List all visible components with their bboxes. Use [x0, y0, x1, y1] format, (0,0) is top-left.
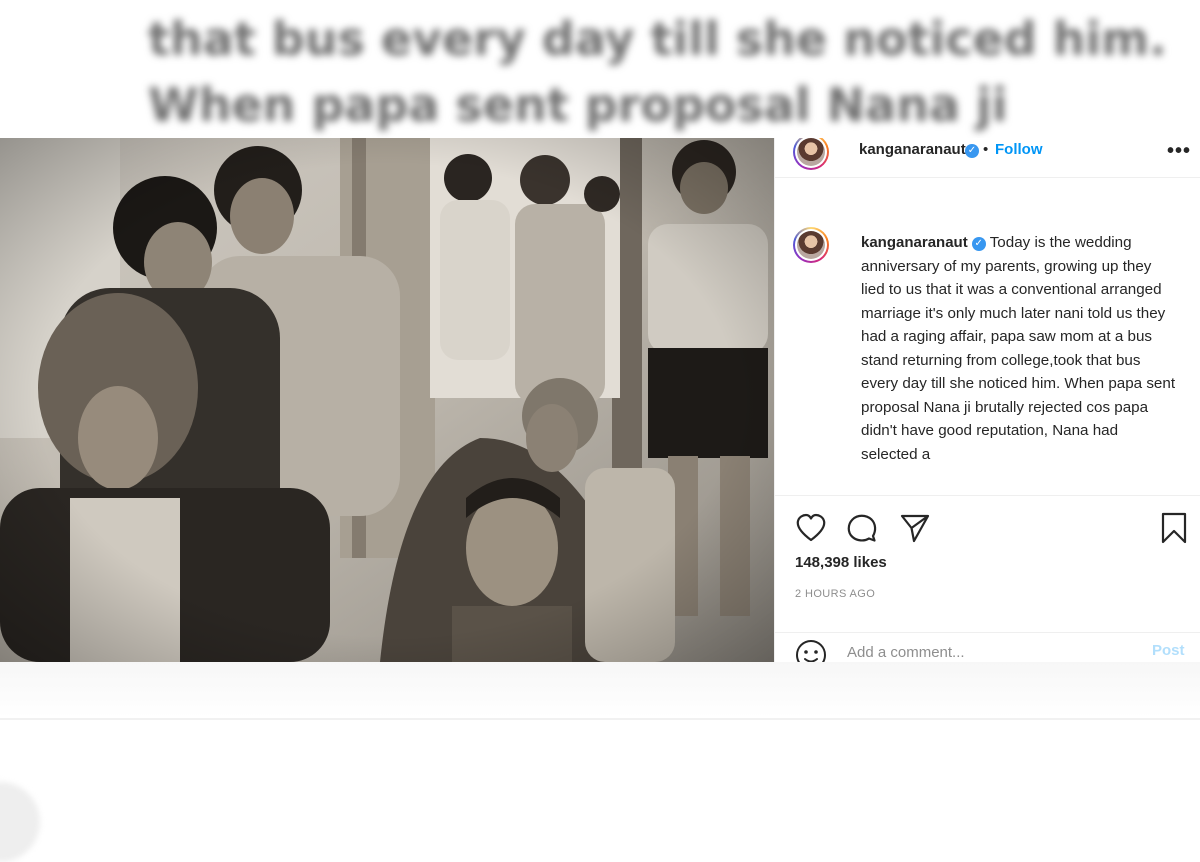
- comment-row: Post: [775, 632, 1200, 662]
- wedding-photo-illustration: [0, 138, 774, 662]
- heart-icon[interactable]: [795, 513, 827, 543]
- likes-count[interactable]: 148,398 likes: [795, 554, 887, 571]
- post-actions: 148,398 likes 2 HOURS AGO Post: [775, 495, 1200, 662]
- username-link[interactable]: kanganaranaut: [859, 141, 966, 158]
- background-text-line: When papa sent proposal Nana ji: [148, 78, 1008, 132]
- comment-input[interactable]: [847, 641, 1127, 662]
- caption-text: Today is the wedding anniversary of my p…: [861, 234, 1176, 463]
- blurred-background-text: that bus every day till she noticed him.…: [148, 0, 1200, 138]
- post-photo[interactable]: [0, 138, 774, 662]
- more-options-icon[interactable]: •••: [1167, 140, 1191, 163]
- caption-area: kanganaranaut ✓ Today is the wedding anniv…: [775, 179, 1200, 495]
- avatar[interactable]: [793, 227, 829, 263]
- background-fade: [0, 662, 1200, 800]
- post-comment-button[interactable]: Post: [1152, 642, 1185, 659]
- post-side-panel: kanganaranaut ✓ • Follow ••• kanganarana…: [774, 138, 1200, 662]
- background-divider: [0, 718, 1200, 720]
- share-icon[interactable]: [899, 513, 931, 543]
- emoji-icon[interactable]: [795, 639, 827, 662]
- post-header: kanganaranaut ✓ • Follow •••: [775, 138, 1200, 178]
- verified-badge-icon: ✓: [965, 144, 979, 158]
- background-text-line: that bus every day till she noticed him.: [148, 12, 1167, 66]
- follow-button[interactable]: Follow: [995, 141, 1043, 158]
- caption: kanganaranaut ✓ Today is the wedding anniv…: [861, 231, 1177, 466]
- caption-username-link[interactable]: kanganaranaut: [861, 234, 968, 251]
- separator-dot: •: [983, 141, 989, 158]
- instagram-post-embed: kanganaranaut ✓ • Follow ••• kanganarana…: [0, 138, 1200, 662]
- bookmark-icon[interactable]: [1160, 512, 1188, 544]
- post-timestamp[interactable]: 2 HOURS AGO: [795, 588, 875, 600]
- comment-icon[interactable]: [846, 513, 878, 543]
- verified-badge-icon: ✓: [971, 237, 986, 251]
- avatar[interactable]: [793, 138, 829, 170]
